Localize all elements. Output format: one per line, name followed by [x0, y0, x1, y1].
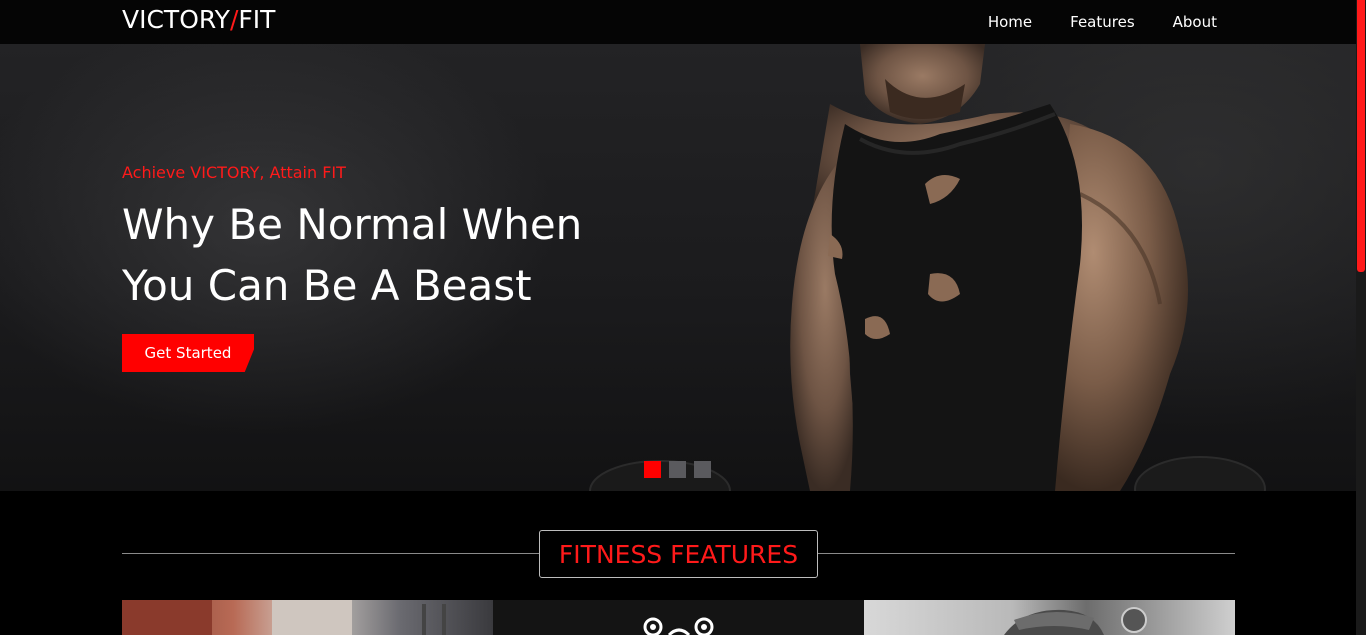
- hero-subtitle: Achieve VICTORY, Attain FIT: [122, 163, 346, 182]
- brand-logo[interactable]: VICTORY/FIT: [122, 4, 275, 36]
- hero-slider: Achieve VICTORY, Attain FIT Why Be Norma…: [0, 44, 1356, 491]
- nav-links: Home Features About: [988, 0, 1217, 44]
- feature-card-3[interactable]: [864, 600, 1235, 635]
- nav-features-link[interactable]: Features: [1070, 13, 1135, 31]
- features-heading: FITNESS FEATURES: [539, 530, 818, 578]
- nav-about-link[interactable]: About: [1173, 13, 1217, 31]
- nav-home-link[interactable]: Home: [988, 13, 1032, 31]
- athlete-photo: [1004, 607, 1147, 635]
- hero-title: Why Be Normal When You Can Be A Beast: [122, 194, 682, 316]
- hero-title-line1: Why Be Normal When: [122, 200, 583, 249]
- slider-indicators: [644, 461, 711, 478]
- dumbbell-icon: [643, 617, 714, 635]
- brand-part2: FIT: [238, 5, 276, 34]
- gym-training-photo: [122, 600, 446, 635]
- slide-dot-3[interactable]: [694, 461, 711, 478]
- hero-title-line2: You Can Be A Beast: [122, 261, 532, 310]
- feature-card-1[interactable]: [122, 600, 493, 635]
- slide-dot-2[interactable]: [669, 461, 686, 478]
- navbar: VICTORY/FIT Home Features About: [0, 0, 1356, 44]
- page-scrollbar[interactable]: [1356, 0, 1366, 635]
- slide-dot-1[interactable]: [644, 461, 661, 478]
- brand-part1: VICTORY: [122, 5, 230, 34]
- scrollbar-thumb[interactable]: [1357, 0, 1365, 272]
- feature-card-2[interactable]: [493, 600, 864, 635]
- get-started-button[interactable]: Get Started: [122, 334, 254, 372]
